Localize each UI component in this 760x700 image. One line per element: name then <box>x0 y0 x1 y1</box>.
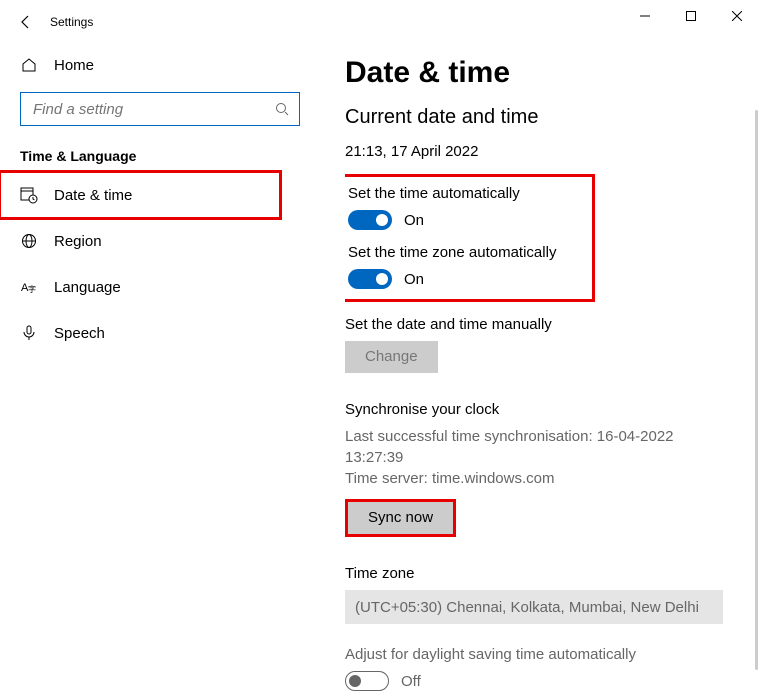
close-button[interactable] <box>714 0 760 32</box>
subtitle: Current date and time <box>345 106 736 129</box>
window-controls <box>622 0 760 32</box>
sync-server: Time server: time.windows.com <box>345 468 736 489</box>
nav-home-label: Home <box>54 57 94 74</box>
maximize-button[interactable] <box>668 0 714 32</box>
microphone-icon <box>20 325 38 341</box>
titlebar: Settings <box>0 0 331 44</box>
sync-last: Last successful time synchronisation: 16… <box>345 426 736 468</box>
svg-text:字: 字 <box>28 284 36 294</box>
auto-tz-state: On <box>404 271 424 288</box>
timezone-dropdown: (UTC+05:30) Chennai, Kolkata, Mumbai, Ne… <box>345 590 723 624</box>
sync-title: Synchronise your clock <box>345 401 736 418</box>
change-button: Change <box>345 341 438 373</box>
auto-time-toggle[interactable] <box>348 210 392 230</box>
sidebar-item-label: Speech <box>54 325 105 342</box>
window-title: Settings <box>50 15 93 29</box>
globe-icon <box>20 233 38 249</box>
auto-settings-highlight: Set the time automatically On Set the ti… <box>345 174 595 302</box>
auto-time-label: Set the time automatically <box>348 185 584 202</box>
minimize-button[interactable] <box>622 0 668 32</box>
dst-label: Adjust for daylight saving time automati… <box>345 646 736 663</box>
home-icon <box>20 57 38 73</box>
search-box[interactable] <box>20 92 300 126</box>
sync-button-highlight: Sync now <box>345 499 456 537</box>
sidebar-item-speech[interactable]: Speech <box>0 310 280 356</box>
sync-now-button[interactable]: Sync now <box>348 502 453 534</box>
tz-title: Time zone <box>345 565 736 582</box>
main-content: Date & time Current date and time 21:13,… <box>345 44 750 700</box>
dst-toggle <box>345 671 389 691</box>
scrollbar[interactable] <box>755 110 758 670</box>
back-button[interactable] <box>12 8 40 36</box>
search-icon <box>275 102 289 116</box>
sidebar: Home Time & Language Date & time Region … <box>0 44 331 700</box>
auto-tz-toggle[interactable] <box>348 269 392 289</box>
sidebar-item-region[interactable]: Region <box>0 218 280 264</box>
page-title: Date & time <box>345 56 736 90</box>
language-icon: A字 <box>20 279 38 295</box>
calendar-clock-icon <box>20 186 38 204</box>
auto-tz-label: Set the time zone automatically <box>348 244 584 261</box>
search-input[interactable] <box>31 100 275 119</box>
auto-time-state: On <box>404 212 424 229</box>
manual-label: Set the date and time manually <box>345 316 736 333</box>
nav-home[interactable]: Home <box>0 44 331 86</box>
current-datetime: 21:13, 17 April 2022 <box>345 143 736 160</box>
sidebar-item-label: Region <box>54 233 102 250</box>
sidebar-item-date-time[interactable]: Date & time <box>0 172 280 218</box>
dst-state: Off <box>401 673 421 690</box>
timezone-value: (UTC+05:30) Chennai, Kolkata, Mumbai, Ne… <box>355 599 699 616</box>
sidebar-item-label: Language <box>54 279 121 296</box>
sidebar-item-label: Date & time <box>54 187 132 204</box>
sync-info: Last successful time synchronisation: 16… <box>345 426 736 489</box>
sidebar-section-header: Time & Language <box>0 126 331 172</box>
sidebar-item-language[interactable]: A字 Language <box>0 264 280 310</box>
